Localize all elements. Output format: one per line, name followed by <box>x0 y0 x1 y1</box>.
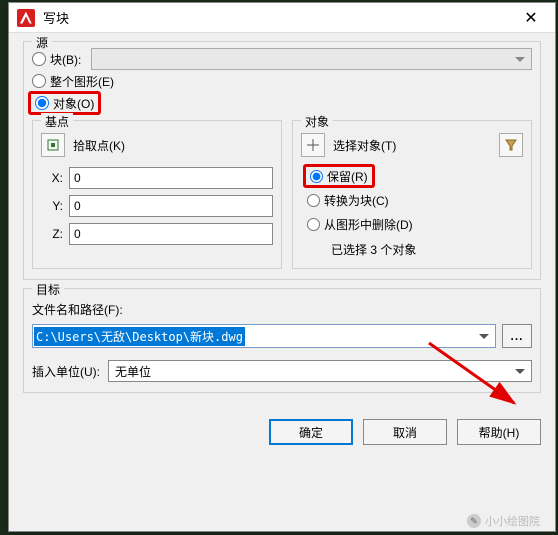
pick-point-icon <box>46 138 60 152</box>
basepoint-legend: 基点 <box>41 113 73 130</box>
wblock-dialog: 写块 ✕ 源 块(B): 整个图形(E) 对象(O) <box>8 2 556 532</box>
unit-value: 无单位 <box>115 363 151 380</box>
radio-whole-row[interactable]: 整个图形(E) <box>32 70 532 92</box>
basepoint-fieldset: 基点 拾取点(K) X: Y: Z: <box>32 120 282 269</box>
path-value: C:\Users\无敌\Desktop\新块.dwg <box>34 327 245 346</box>
objects-status: 已选择 3 个对象 <box>331 241 523 258</box>
x-input[interactable] <box>69 167 273 189</box>
destination-fieldset: 目标 文件名和路径(F): C:\Users\无敌\Desktop\新块.dwg… <box>23 288 541 393</box>
watermark: ✎ 小小绘图院 <box>467 513 540 529</box>
select-objects-label: 选择对象(T) <box>333 137 396 154</box>
objects-fieldset: 对象 选择对象(T) 保留(R) <box>292 120 532 269</box>
cancel-button[interactable]: 取消 <box>363 419 447 445</box>
y-label: Y: <box>41 199 63 213</box>
radio-delete-label: 从图形中删除(D) <box>324 216 413 233</box>
radio-delete-row[interactable]: 从图形中删除(D) <box>307 213 523 235</box>
watermark-text: 小小绘图院 <box>485 513 540 529</box>
path-combo[interactable]: C:\Users\无敌\Desktop\新块.dwg <box>32 324 496 348</box>
ok-label: 确定 <box>299 424 323 441</box>
radio-retain-label: 保留(R) <box>327 168 368 185</box>
x-label: X: <box>41 171 63 185</box>
quick-select-button[interactable] <box>499 133 523 157</box>
source-fieldset: 源 块(B): 整个图形(E) 对象(O) 基点 <box>23 41 541 280</box>
radio-block-label: 块(B): <box>50 51 81 68</box>
z-label: Z: <box>41 227 63 241</box>
titlebar: 写块 ✕ <box>9 3 555 33</box>
y-input[interactable] <box>69 195 273 217</box>
highlight-retain: 保留(R) <box>303 164 375 188</box>
radio-retain[interactable] <box>310 170 323 183</box>
close-button[interactable]: ✕ <box>509 4 553 32</box>
path-label: 文件名和路径(F): <box>32 301 532 318</box>
radio-convert-label: 转换为块(C) <box>324 192 389 209</box>
radio-convert[interactable] <box>307 194 320 207</box>
radio-objects-label: 对象(O) <box>53 95 94 112</box>
button-row: 确定 取消 帮助(H) <box>9 409 555 455</box>
radio-block[interactable] <box>32 52 46 66</box>
help-button[interactable]: 帮助(H) <box>457 419 541 445</box>
destination-legend: 目标 <box>32 281 64 298</box>
cancel-label: 取消 <box>393 424 417 441</box>
radio-objects[interactable] <box>35 96 49 110</box>
radio-delete[interactable] <box>307 218 320 231</box>
dialog-title: 写块 <box>43 8 509 27</box>
radio-convert-row[interactable]: 转换为块(C) <box>307 189 523 211</box>
select-objects-button[interactable] <box>301 133 325 157</box>
ok-button[interactable]: 确定 <box>269 419 353 445</box>
radio-retain-row[interactable]: 保留(R) <box>307 165 523 187</box>
block-combo[interactable] <box>91 48 532 70</box>
select-objects-icon <box>306 138 320 152</box>
radio-objects-row[interactable]: 对象(O) <box>32 92 532 114</box>
objects-legend: 对象 <box>301 113 333 130</box>
browse-button[interactable]: ... <box>502 324 532 348</box>
source-legend: 源 <box>32 34 52 51</box>
highlight-objects: 对象(O) <box>28 91 101 115</box>
watermark-icon: ✎ <box>467 514 481 528</box>
app-icon <box>17 9 35 27</box>
radio-whole[interactable] <box>32 74 46 88</box>
pick-point-label: 拾取点(K) <box>73 137 125 154</box>
unit-combo[interactable]: 无单位 <box>108 360 532 382</box>
pick-point-button[interactable] <box>41 133 65 157</box>
unit-label: 插入单位(U): <box>32 363 100 380</box>
quick-select-icon <box>504 138 518 152</box>
browse-label: ... <box>510 329 523 343</box>
z-input[interactable] <box>69 223 273 245</box>
help-label: 帮助(H) <box>479 424 520 441</box>
radio-block-row[interactable]: 块(B): <box>32 48 532 70</box>
radio-whole-label: 整个图形(E) <box>50 73 114 90</box>
